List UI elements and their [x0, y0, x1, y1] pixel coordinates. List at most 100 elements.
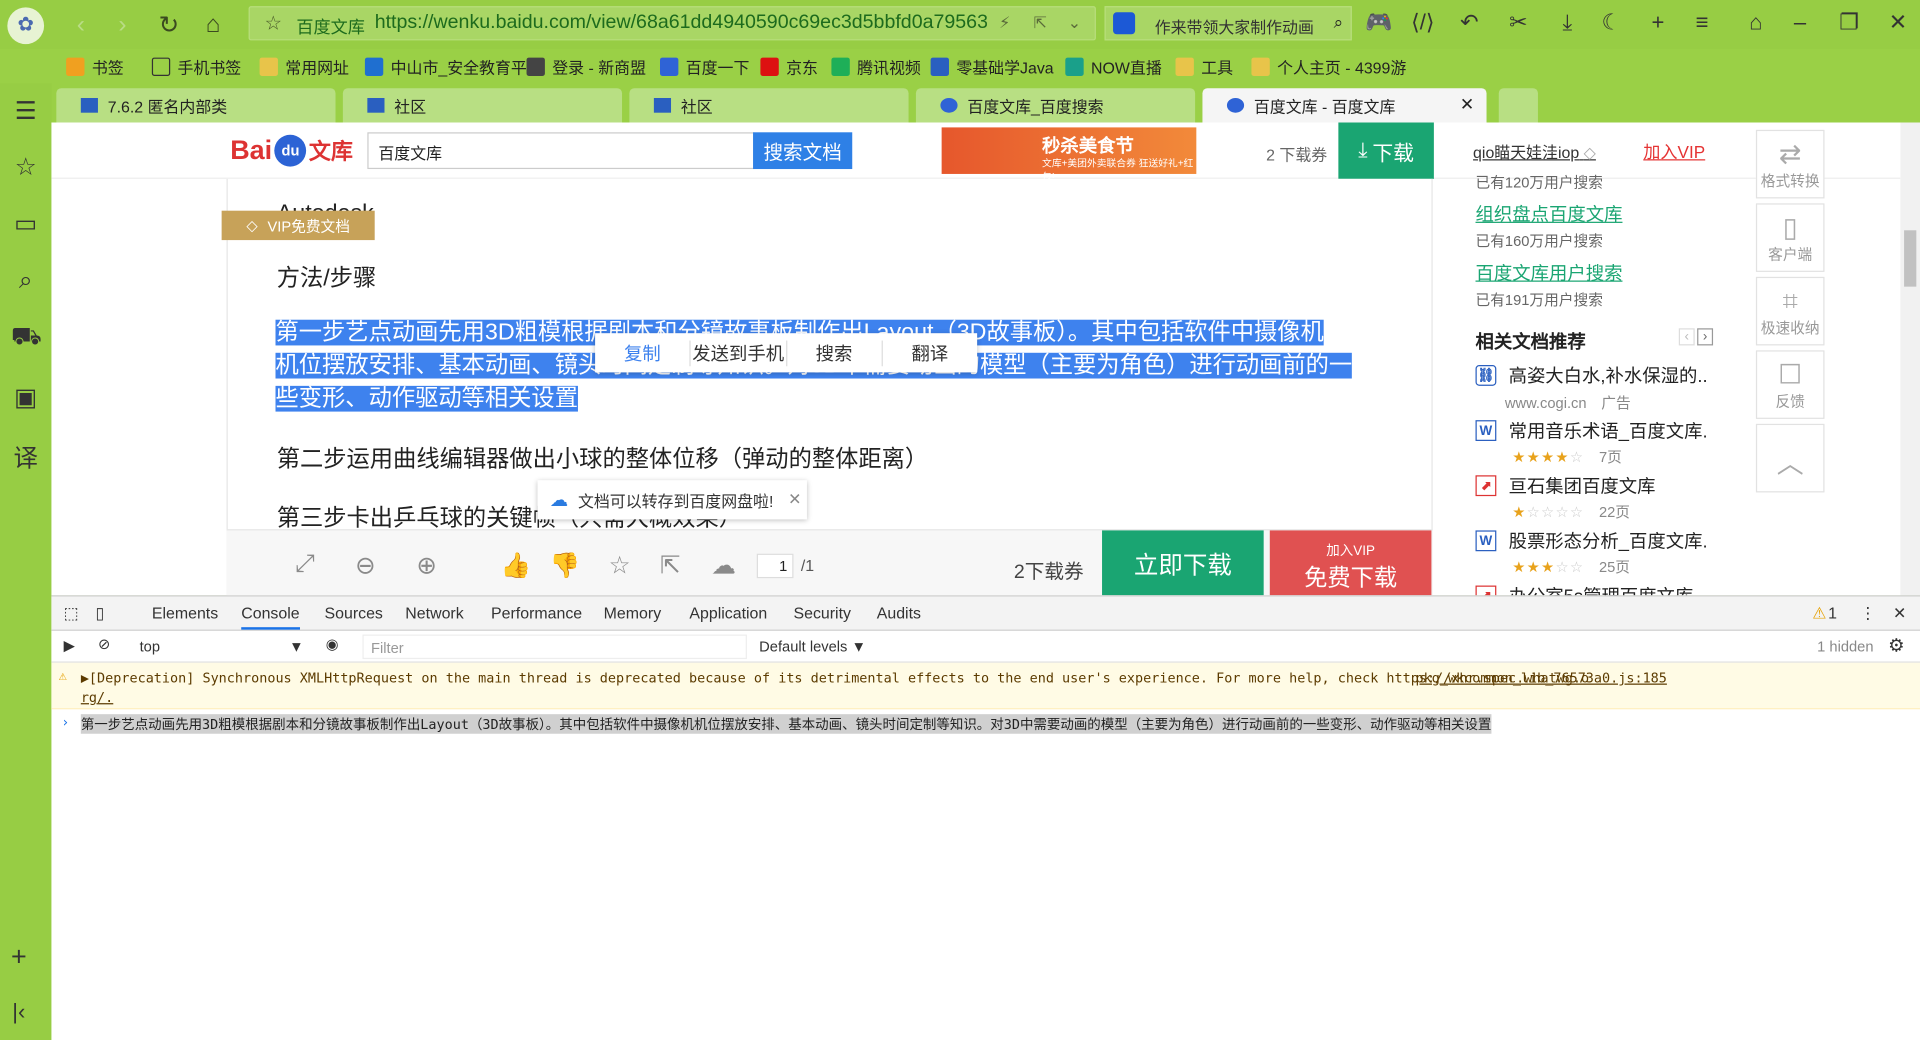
related-search-link[interactable]: 组织盘点百度文库	[1476, 201, 1623, 227]
tab-item[interactable]: 7.6.2 匿名内部类	[56, 88, 336, 123]
bookmark-item[interactable]: 中山市_安全教育平	[364, 54, 527, 78]
collapse-sidebar-icon[interactable]: |‹	[12, 1000, 25, 1026]
restore-icon[interactable]: ❐	[1834, 10, 1863, 36]
back-to-top-button[interactable]: ︿	[1755, 423, 1825, 493]
chevron-down-icon[interactable]: ⌄	[1068, 13, 1081, 33]
close-window-icon[interactable]: ✕	[1883, 10, 1912, 36]
tab-elements[interactable]: Elements	[152, 604, 218, 622]
favorite-star-icon[interactable]: ☆	[609, 550, 631, 581]
game-icon[interactable]: 🎮	[1364, 10, 1393, 36]
tab-item-active[interactable]: 百度文库 - 百度文库 ✕	[1202, 88, 1487, 123]
tab-security[interactable]: Security	[793, 604, 851, 622]
add-icon[interactable]: +	[11, 941, 27, 973]
more-options-icon[interactable]: ⋮	[1860, 604, 1876, 624]
bookmark-item[interactable]: 书签	[66, 54, 124, 78]
search-icon[interactable]: ⌕	[1334, 12, 1344, 33]
translate-icon[interactable]: 译	[11, 439, 40, 473]
tab-item[interactable]: 社区	[342, 88, 623, 123]
clear-console-icon[interactable]: ⊘	[98, 636, 110, 653]
minimize-icon[interactable]: –	[1785, 10, 1814, 36]
tab-item[interactable]: 社区	[629, 88, 909, 123]
related-search-link[interactable]: 百度文库用户搜索	[1476, 260, 1623, 286]
send-to-phone-menu-item[interactable]: 发送到手机	[691, 339, 787, 366]
warning-link[interactable]: rg/.	[81, 690, 113, 706]
tab-console[interactable]: Console	[241, 604, 300, 630]
lightning-icon[interactable]: ⚡	[999, 13, 1010, 33]
new-tab-button[interactable]	[1498, 88, 1538, 123]
translate-menu-item[interactable]: 翻译	[883, 340, 978, 366]
home-icon[interactable]: ⌂	[196, 7, 230, 41]
tab-audits[interactable]: Audits	[877, 604, 921, 622]
book-icon[interactable]: ▭	[11, 208, 40, 238]
doc-search-input[interactable]: 百度文库	[367, 132, 755, 170]
forward-icon[interactable]: ›	[105, 7, 139, 41]
inspect-icon[interactable]: ⬚	[64, 604, 79, 624]
tab-application[interactable]: Application	[689, 604, 767, 622]
eye-icon[interactable]: ◉	[326, 636, 339, 653]
download-button[interactable]: ⤓ 下载	[1338, 122, 1434, 179]
tab-network[interactable]: Network	[405, 604, 463, 622]
bookmark-item[interactable]: 手机书签	[151, 54, 241, 78]
bookmark-star-icon[interactable]: ☆	[264, 11, 282, 35]
search-menu-item[interactable]: 搜索	[787, 339, 883, 366]
bookmark-item[interactable]: 登录 - 新商盟	[526, 54, 646, 78]
warning-source-link[interactable]: pkg_wkcommon_lib_76573a0.js:185	[1416, 670, 1667, 686]
favorites-star-icon[interactable]: ☆	[11, 152, 40, 181]
related-doc-item[interactable]: ⬈ 亘石集团百度文库	[1475, 473, 1656, 499]
moon-icon[interactable]: ☾	[1597, 10, 1626, 36]
browser-search-box[interactable]: 作来带领大家制作动画 ⌕	[1104, 6, 1352, 41]
back-icon[interactable]: ‹	[64, 7, 98, 41]
bookmark-item[interactable]: NOW直播	[1065, 54, 1162, 78]
download-now-button[interactable]: 立即下载	[1102, 530, 1264, 596]
menu-icon[interactable]: ≡	[1687, 10, 1716, 36]
news-icon[interactable]: ☰	[11, 96, 40, 125]
new-tab-plus-icon[interactable]: +	[1643, 10, 1672, 36]
browser-logo-icon[interactable]: ✿	[7, 7, 45, 45]
thumbs-up-icon[interactable]: 👍	[501, 550, 531, 581]
format-convert-button[interactable]: ⇄ 格式转换	[1755, 129, 1825, 199]
related-doc-item[interactable]: W 常用音乐术语_百度文库.	[1475, 418, 1708, 444]
related-doc-item[interactable]: W 股票形态分析_百度文库.	[1475, 528, 1708, 554]
page-number-input[interactable]: 1	[756, 553, 794, 579]
device-toggle-icon[interactable]: ▯	[96, 604, 105, 624]
zoom-in-icon[interactable]: ⊕	[416, 550, 437, 581]
cart-icon[interactable]: ⛟	[11, 323, 42, 352]
tab-item[interactable]: 百度文库_百度搜索	[915, 88, 1196, 123]
tab-memory[interactable]: Memory	[604, 604, 661, 622]
browser-search-text[interactable]: 作来带领大家制作动画	[1155, 15, 1314, 38]
reload-icon[interactable]: ↻	[152, 7, 186, 41]
search-docs-button[interactable]: 搜索文档	[753, 132, 853, 170]
close-devtools-icon[interactable]: ✕	[1893, 604, 1906, 624]
close-toast-icon[interactable]: ✕	[788, 490, 801, 510]
code-icon[interactable]: ⟨/⟩	[1408, 10, 1437, 36]
related-doc-item[interactable]: ⬈办公室5s管理百度文库	[1475, 583, 1693, 596]
console-output-text[interactable]: 第一步艺点动画先用3D粗模根据剧本和分镜故事板制作出Layout（3D故事板）。…	[80, 714, 1492, 734]
copy-menu-item[interactable]: 复制	[595, 339, 691, 366]
related-doc-item[interactable]: ⛓ 高姿大白水,补水保湿的..	[1475, 363, 1708, 389]
shirt-icon[interactable]: ⌂	[1741, 10, 1770, 36]
feedback-button[interactable]: ☐ 反馈	[1755, 350, 1825, 419]
scissors-icon[interactable]: ✂	[1504, 10, 1533, 36]
search-icon[interactable]: ⌕	[11, 267, 40, 296]
bookmark-item[interactable]: 个人主页 - 4399游	[1251, 54, 1406, 78]
client-button[interactable]: ▯ 客户端	[1755, 203, 1825, 272]
download-icon[interactable]: ⤓	[1553, 10, 1582, 36]
address-bar[interactable]: ☆ 百度文库 https://wenku.baidu.com/view/68a6…	[248, 6, 1096, 41]
console-filter-input[interactable]: Filter	[362, 634, 747, 660]
url-text[interactable]: https://wenku.baidu.com/view/68a61dd4940…	[375, 12, 987, 34]
briefcase-icon[interactable]: ▣	[11, 382, 40, 412]
tab-performance[interactable]: Performance	[491, 604, 582, 622]
log-levels-select[interactable]: Default levels ▼	[759, 638, 866, 655]
sidebar-toggle-icon[interactable]: ▶	[64, 637, 75, 654]
fullscreen-icon[interactable]: ⤢	[295, 550, 315, 578]
bookmark-item[interactable]: 百度一下	[660, 54, 749, 78]
prev-icon[interactable]: ‹	[1678, 328, 1695, 346]
bookmark-item[interactable]: 京东	[760, 54, 818, 78]
close-tab-icon[interactable]: ✕	[1460, 94, 1474, 115]
scrollbar-thumb[interactable]	[1904, 230, 1917, 287]
thumbs-down-icon[interactable]: 👎	[550, 550, 580, 581]
page-scrollbar[interactable]	[1900, 122, 1920, 596]
baidu-wenku-logo[interactable]: Bai du 文库	[230, 130, 353, 172]
warning-count[interactable]: 1	[1828, 604, 1837, 622]
promo-banner[interactable]: 秒杀美食节 文库+美团外卖联合券 狂送好礼+红包!	[941, 127, 1197, 183]
